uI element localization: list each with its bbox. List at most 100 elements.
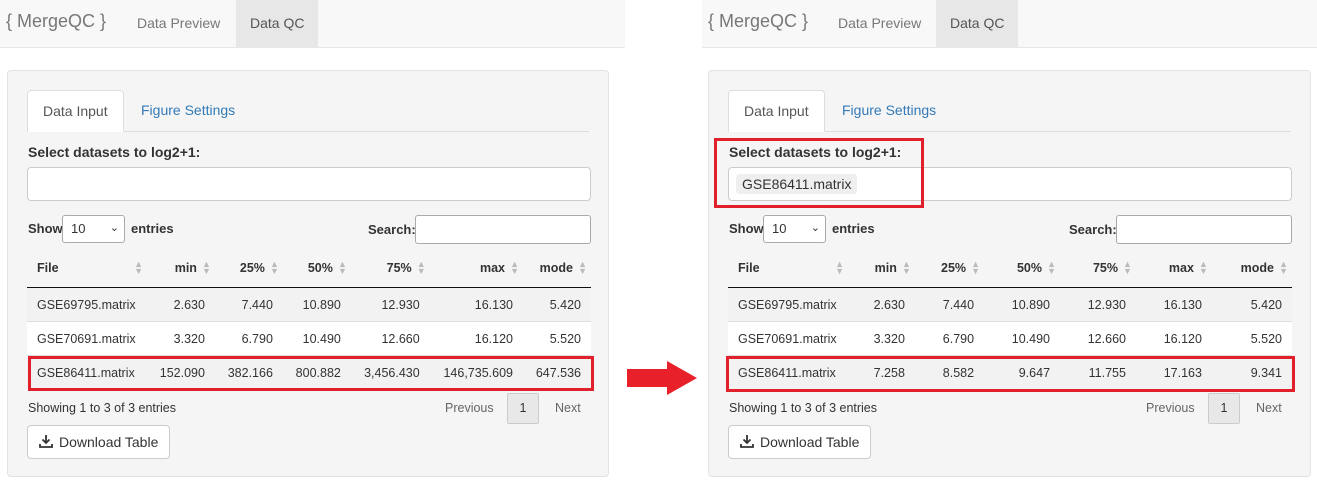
col-label: mode (539, 261, 573, 275)
page-length-select[interactable]: 10 ⌄ (763, 215, 826, 243)
cell-max: 16.120 (1135, 321, 1212, 356)
cell-file: GSE69795.matrix (27, 287, 147, 322)
chevron-down-icon: ⌄ (109, 222, 119, 234)
col-header-50[interactable]: 50% ▲ ▼ (984, 249, 1061, 288)
col-label: 50% (1016, 261, 1043, 275)
col-label: min (874, 261, 897, 275)
page-length-select[interactable]: 10 ⌄ (62, 215, 125, 243)
cell-50: 10.890 (282, 287, 351, 322)
sort-icon: ▲ ▼ (971, 259, 981, 276)
cell-max: 16.130 (1135, 287, 1212, 322)
tabset: Data Input Figure Settings (728, 90, 1291, 132)
page-length-value: 10 (772, 221, 787, 236)
sort-icon: ▲ ▼ (578, 259, 587, 276)
nav-data-qc[interactable]: Data QC (936, 0, 1019, 47)
cell-min: 3.320 (147, 321, 215, 356)
cell-75: 12.660 (1060, 321, 1136, 356)
col-label: max (479, 261, 505, 275)
cell-mode: 5.520 (1211, 321, 1292, 356)
highlight-select-box (714, 138, 924, 208)
pagination-next[interactable]: Next (555, 401, 581, 415)
download-table-button[interactable]: Download Table (728, 425, 871, 459)
tab-figure-settings[interactable]: Figure Settings (827, 90, 951, 131)
col-label: 25% (239, 261, 265, 275)
sort-icon: ▲ ▼ (1047, 259, 1057, 276)
col-header-min[interactable]: min ▲ ▼ (848, 249, 915, 288)
col-header-25[interactable]: 25% ▲ ▼ (214, 249, 283, 288)
col-label: File (37, 261, 59, 275)
entries-label: entries (131, 221, 174, 236)
table-info: Showing 1 to 3 of 3 entries (729, 401, 878, 415)
tabset: Data Input Figure Settings (27, 90, 589, 132)
search-label: Search: (1069, 222, 1117, 237)
sort-icon: ▲ ▼ (202, 259, 211, 276)
sort-icon: ▲ ▼ (134, 259, 143, 276)
page-length-value: 10 (71, 221, 86, 236)
show-label: Show (28, 221, 63, 236)
cell-file: GSE70691.matrix (728, 321, 848, 356)
sort-icon: ▲ ▼ (1123, 259, 1132, 276)
col-header-min[interactable]: min ▲ ▼ (147, 249, 215, 288)
col-header-75[interactable]: 75% ▲ ▼ (1060, 249, 1136, 288)
pagination-previous[interactable]: Previous (1146, 401, 1195, 415)
pagination-previous[interactable]: Previous (445, 401, 494, 415)
cell-75: 12.660 (350, 321, 430, 356)
nav-data-preview[interactable]: Data Preview (123, 0, 234, 47)
select-datasets-input[interactable] (27, 167, 591, 201)
cell-max: 16.130 (429, 287, 523, 322)
col-header-75[interactable]: 75% ▲ ▼ (350, 249, 430, 288)
panel-after: { MergeQC } Data Preview Data QC Data In… (702, 0, 1317, 487)
download-table-button[interactable]: Download Table (27, 425, 170, 459)
col-header-max[interactable]: max ▲ ▼ (429, 249, 523, 288)
show-label: Show (729, 221, 764, 236)
entries-label: entries (832, 221, 875, 236)
download-icon (740, 434, 754, 451)
cell-50: 10.490 (984, 321, 1061, 356)
col-label: 75% (386, 261, 412, 275)
nav-data-preview[interactable]: Data Preview (824, 0, 935, 47)
nav-data-qc[interactable]: Data QC (236, 0, 319, 47)
chevron-down-icon: ⌄ (810, 222, 820, 234)
table-info: Showing 1 to 3 of 3 entries (28, 401, 177, 415)
col-header-file[interactable]: File ▲ ▼ (27, 249, 147, 288)
sort-icon: ▲ ▼ (337, 259, 347, 276)
tab-figure-settings[interactable]: Figure Settings (126, 90, 250, 131)
col-header-max[interactable]: max ▲ ▼ (1135, 249, 1212, 288)
app-brand[interactable]: { MergeQC } (6, 11, 106, 32)
table-row[interactable]: GSE70691.matrix 3.320 6.790 10.490 12.66… (728, 321, 1292, 356)
col-label: 50% (307, 261, 333, 275)
cell-75: 12.930 (1060, 287, 1136, 322)
table-row[interactable]: GSE69795.matrix 2.630 7.440 10.890 12.93… (27, 287, 591, 322)
pagination-page[interactable]: 1 (507, 393, 539, 424)
app-brand[interactable]: { MergeQC } (708, 11, 808, 32)
cell-min: 2.630 (147, 287, 215, 322)
col-header-50[interactable]: 50% ▲ ▼ (282, 249, 351, 288)
right-arrow-icon (627, 361, 697, 398)
sort-icon: ▲ ▼ (901, 259, 911, 276)
col-header-mode[interactable]: mode ▲ ▼ (522, 249, 591, 288)
cell-mode: 5.420 (522, 287, 591, 322)
navbar: { MergeQC } Data Preview Data QC (702, 0, 1317, 48)
search-input[interactable] (415, 215, 591, 244)
cell-50: 10.890 (984, 287, 1061, 322)
table-row[interactable]: GSE70691.matrix 3.320 6.790 10.490 12.66… (27, 321, 591, 356)
col-header-mode[interactable]: mode ▲ ▼ (1211, 249, 1292, 288)
col-label: mode (1240, 261, 1274, 275)
cell-25: 7.440 (214, 287, 283, 322)
sort-icon: ▲ ▼ (835, 259, 844, 276)
col-header-file[interactable]: File ▲ ▼ (728, 249, 848, 288)
tab-data-input[interactable]: Data Input (27, 90, 124, 132)
tab-data-input[interactable]: Data Input (728, 90, 825, 132)
col-header-25[interactable]: 25% ▲ ▼ (914, 249, 985, 288)
pagination-page[interactable]: 1 (1208, 393, 1240, 424)
table-row[interactable]: GSE69795.matrix 2.630 7.440 10.890 12.93… (728, 287, 1292, 322)
sort-icon: ▲ ▼ (269, 259, 279, 276)
pagination-next[interactable]: Next (1256, 401, 1282, 415)
cell-25: 6.790 (214, 321, 283, 356)
col-label: 75% (1092, 261, 1118, 275)
search-input[interactable] (1116, 215, 1292, 244)
cell-50: 10.490 (282, 321, 351, 356)
highlight-row-box (28, 356, 594, 391)
col-label: File (738, 261, 760, 275)
select-datasets-label: Select datasets to log2+1: (28, 144, 201, 160)
